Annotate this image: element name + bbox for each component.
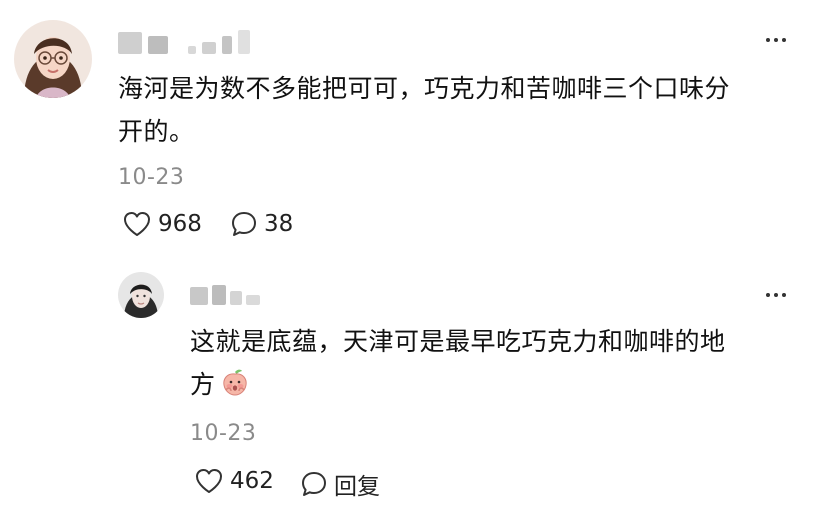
reply-count: 38 (264, 211, 294, 237)
like-count: 462 (230, 468, 274, 494)
reply-label: 回复 (334, 474, 380, 500)
commenter-avatar[interactable] (14, 20, 92, 98)
heart-icon (124, 212, 150, 236)
reply-text-line-tail: 方 (190, 370, 216, 399)
comment-more-button[interactable] (760, 30, 792, 50)
reply-text-line: 这就是底蕴，天津可是最早吃巧克力和咖啡的地 (190, 327, 726, 356)
reply-like-button[interactable]: 462 (194, 467, 274, 495)
heart-icon (196, 469, 222, 493)
reply-more-button[interactable] (760, 285, 792, 305)
speech-bubble-icon (232, 212, 256, 236)
reply-date: 10-23 (190, 421, 257, 446)
like-count: 968 (158, 211, 202, 237)
more-icon (766, 293, 770, 297)
peach-sticker-icon (220, 367, 250, 397)
speech-bubble-icon (302, 472, 326, 496)
replier-avatar[interactable] (118, 272, 164, 318)
reply-body: 这就是底蕴，天津可是最早吃巧克力和咖啡的地 方 (190, 320, 810, 406)
more-icon (766, 38, 770, 42)
comment-date: 10-23 (118, 165, 185, 190)
reply-text-line: 方 (190, 363, 810, 406)
reply-reply-button[interactable]: 回复 (300, 467, 380, 501)
replier-username-blurred[interactable] (190, 283, 260, 305)
comment-text-line: 海河是为数不多能把可可，巧克力和苦咖啡三个口味分 (118, 74, 731, 103)
comment-text-line: 开的。 (118, 117, 195, 146)
commenter-username-blurred[interactable] (118, 30, 250, 54)
comment-like-button[interactable]: 968 (122, 210, 202, 238)
comment-body: 海河是为数不多能把可可，巧克力和苦咖啡三个口味分 开的。 (118, 67, 808, 153)
comment-reply-button[interactable]: 38 (230, 210, 293, 238)
